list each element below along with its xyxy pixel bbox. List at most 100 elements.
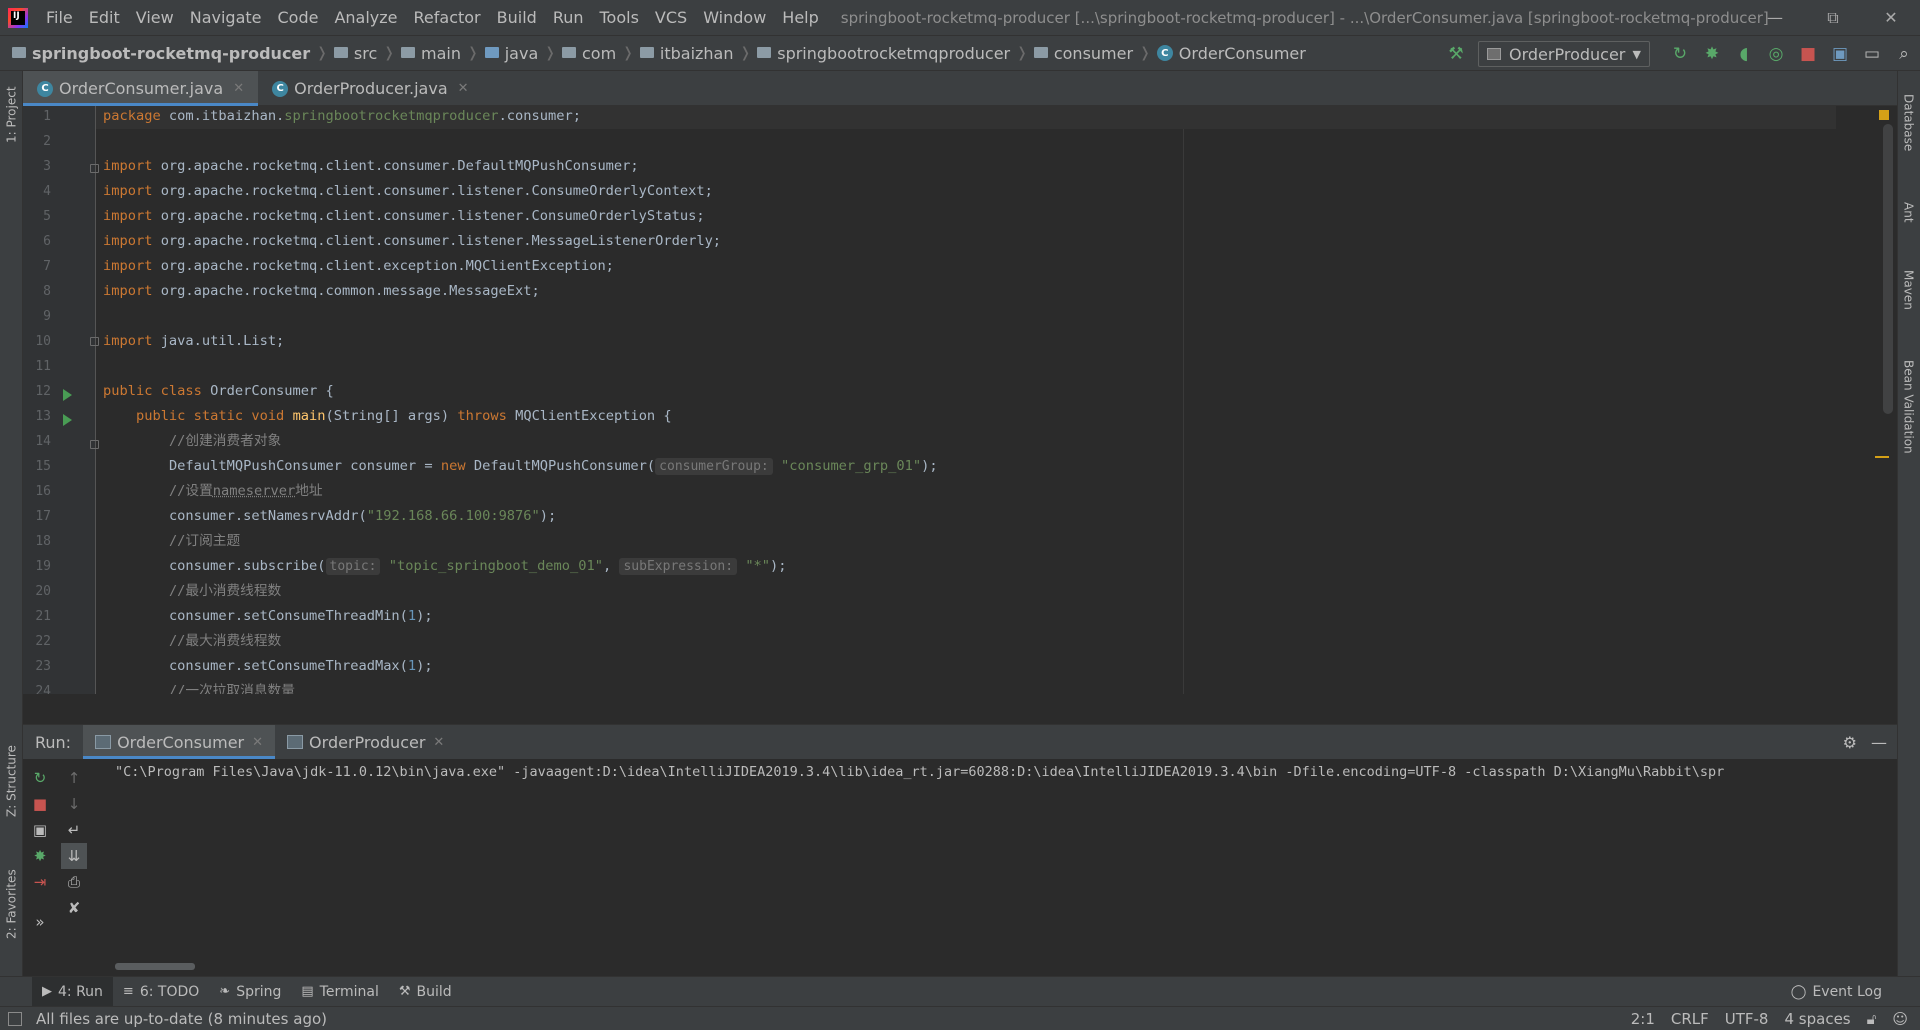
console-horizontal-scrollbar[interactable] — [115, 963, 195, 970]
presentation-icon[interactable]: ▭ — [1856, 36, 1888, 72]
database-tool-tab[interactable]: Database — [1897, 83, 1920, 163]
maven-tool-tab[interactable]: Maven — [1897, 257, 1920, 323]
minimize-icon[interactable]: — — [1746, 0, 1804, 35]
rerun-icon[interactable]: ↻ — [27, 765, 53, 791]
code-editor[interactable]: 1 2 3 4 5 6 7 8 9 10 11 12 13 14 15 16 1… — [23, 106, 1897, 694]
gear-icon[interactable]: ⚙ — [1843, 733, 1857, 752]
coverage-shield-icon[interactable]: ◖ — [1728, 36, 1760, 72]
file-encoding[interactable]: UTF-8 — [1725, 1010, 1769, 1028]
stop-icon[interactable]: ■ — [1792, 36, 1824, 72]
restore-icon[interactable]: ⧉ — [1804, 0, 1862, 35]
arrow-down-icon[interactable]: ↓ — [61, 791, 87, 817]
statement: consumer.setConsumeThreadMax( — [168, 658, 408, 674]
run-tab-orderproducer[interactable]: OrderProducer ✕ — [275, 725, 456, 759]
run-configuration-select[interactable]: OrderProducer ▼ — [1478, 41, 1650, 67]
tool-tab-label: Build — [416, 983, 452, 1000]
more-icon[interactable]: » — [27, 909, 53, 935]
menu-vcs[interactable]: VCS — [647, 0, 695, 35]
maven-tool-label: Maven — [1901, 270, 1916, 310]
string-literal: "*" — [745, 558, 771, 574]
close-tab-icon[interactable]: ✕ — [233, 81, 244, 96]
menu-file[interactable]: File — [38, 0, 81, 35]
arrow-up-icon[interactable]: ↑ — [61, 765, 87, 791]
line-separator[interactable]: CRLF — [1671, 1010, 1709, 1028]
code-line: //订阅主题 — [103, 529, 240, 554]
hammer-build-icon[interactable]: ⚒ — [1440, 36, 1472, 72]
line-number: 19 — [35, 559, 51, 574]
toggle-tool-windows-icon[interactable] — [8, 1011, 22, 1026]
editor-scrollbar[interactable] — [1883, 124, 1893, 414]
project-structure-icon[interactable]: ▣ — [1824, 36, 1856, 72]
menu-window[interactable]: Window — [695, 0, 774, 35]
close-icon[interactable]: ✕ — [1862, 0, 1920, 35]
menu-code[interactable]: Code — [270, 0, 327, 35]
breadcrumb-project[interactable]: springboot-rocketmq-producer ❭ — [0, 35, 328, 71]
inspector-face-icon[interactable]: ☺ — [1892, 1010, 1908, 1028]
run-gutter-icon[interactable] — [63, 389, 72, 401]
trash-icon[interactable]: ✘ — [61, 895, 87, 921]
tool-tab-todo[interactable]: ≡ 6: TODO — [113, 977, 209, 1007]
exit-icon[interactable]: ⇥ — [27, 869, 53, 895]
menu-build[interactable]: Build — [489, 0, 545, 35]
tool-tab-run[interactable]: ▶ 4: Run — [32, 976, 113, 1007]
caret-position[interactable]: 2:1 — [1631, 1010, 1655, 1028]
fold-icon[interactable] — [90, 337, 99, 346]
line-number: 17 — [35, 509, 51, 524]
tab-orderproducer-java[interactable]: C OrderProducer.java ✕ — [258, 71, 482, 106]
menu-navigate[interactable]: Navigate — [182, 0, 270, 35]
breadcrumb-main[interactable]: main ❭ — [395, 35, 479, 71]
warning-indicator-icon[interactable] — [1879, 110, 1889, 120]
debug-bug-icon[interactable]: ✸ — [1696, 36, 1728, 72]
menu-refactor[interactable]: Refactor — [406, 0, 489, 35]
tab-orderconsumer-java[interactable]: C OrderConsumer.java ✕ — [23, 71, 259, 106]
close-tab-icon[interactable]: ✕ — [433, 735, 444, 750]
profile-icon[interactable]: ◎ — [1760, 36, 1792, 72]
favorites-tool-tab[interactable]: 2: Favorites — [0, 861, 23, 947]
minimize-panel-icon[interactable]: — — [1871, 733, 1887, 752]
soft-wrap-icon[interactable]: ↵ — [61, 817, 87, 843]
unlock-icon[interactable]: 🔓︎ — [1867, 1010, 1877, 1028]
breadcrumb-itbaizhan[interactable]: itbaizhan ❭ — [634, 35, 751, 71]
tool-tab-spring[interactable]: ❧ Spring — [209, 977, 291, 1007]
run-tab-orderconsumer[interactable]: OrderConsumer ✕ — [83, 725, 276, 759]
method-name: main — [292, 408, 326, 424]
close-tab-icon[interactable]: ✕ — [252, 735, 263, 750]
parameter-hint: topic: — [325, 558, 381, 575]
breadcrumb-orderconsumer[interactable]: C OrderConsumer — [1151, 35, 1306, 71]
debug-bug-icon[interactable]: ✸ — [27, 843, 53, 869]
line-number: 5 — [43, 209, 51, 224]
stop-icon[interactable]: ■ — [27, 791, 53, 817]
breadcrumb-consumer[interactable]: consumer ❭ — [1028, 35, 1151, 71]
event-log-button[interactable]: ◯ Event Log — [1791, 977, 1882, 1007]
breadcrumb-springbootrocketmqproducer[interactable]: springbootrocketmqproducer ❭ — [751, 35, 1028, 71]
comment: //最大消费线程数 — [168, 633, 282, 649]
breadcrumb-src[interactable]: src ❭ — [328, 35, 395, 71]
project-tool-tab[interactable]: 1: Project — [0, 75, 23, 155]
fold-icon[interactable] — [90, 164, 99, 173]
ant-tool-tab[interactable]: Ant — [1897, 187, 1920, 237]
rerun-icon[interactable]: ↻ — [1664, 36, 1696, 72]
close-tab-icon[interactable]: ✕ — [458, 81, 469, 96]
menu-tools[interactable]: Tools — [592, 0, 647, 35]
tool-tab-build[interactable]: ⚒ Build — [389, 977, 462, 1007]
menu-run[interactable]: Run — [545, 0, 592, 35]
menu-analyze[interactable]: Analyze — [326, 0, 405, 35]
console-output[interactable]: "C:\Program Files\Java\jdk-11.0.12\bin\j… — [115, 761, 1893, 783]
breadcrumb-com[interactable]: com ❭ — [556, 35, 634, 71]
search-icon[interactable]: ⌕ — [1888, 36, 1920, 72]
run-gutter-icon[interactable] — [63, 414, 72, 426]
line-number: 9 — [43, 309, 51, 324]
menu-edit[interactable]: Edit — [81, 0, 128, 35]
bean-validation-tool-tab[interactable]: Bean Validation — [1897, 347, 1920, 467]
breadcrumb-java[interactable]: java ❭ — [479, 35, 556, 71]
warning-stripe[interactable] — [1875, 456, 1889, 458]
print-icon[interactable]: ⎙ — [61, 869, 87, 895]
structure-tool-tab[interactable]: Z: Structure — [0, 741, 23, 821]
scroll-to-end-icon[interactable]: ⇊ — [61, 843, 87, 869]
menu-help[interactable]: Help — [774, 0, 826, 35]
menu-view[interactable]: View — [128, 0, 182, 35]
tool-tab-terminal[interactable]: ▤ Terminal — [291, 977, 388, 1007]
indent-setting[interactable]: 4 spaces — [1784, 1010, 1850, 1028]
fold-icon[interactable] — [90, 440, 99, 449]
camera-icon[interactable]: ▣ — [27, 817, 53, 843]
